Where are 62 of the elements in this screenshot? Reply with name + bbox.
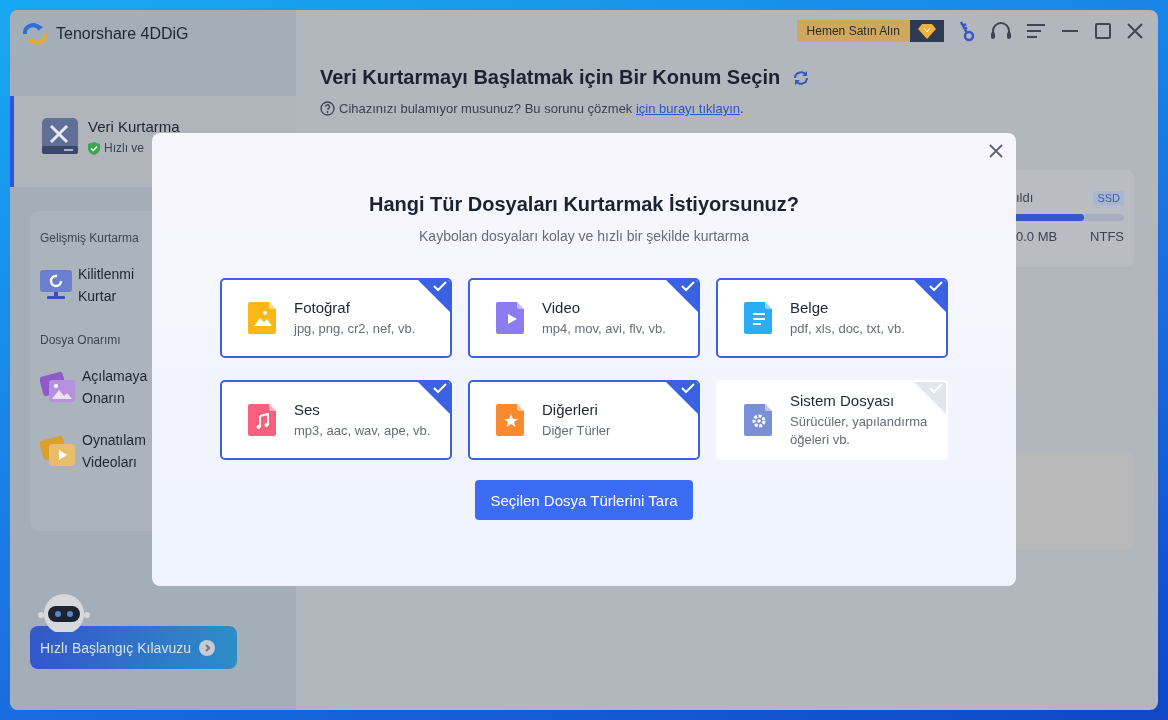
file-type-name: Fotoğraf bbox=[294, 298, 351, 316]
drive-label: ıldı bbox=[1016, 190, 1034, 205]
help-text: Cihazınızı bulamıyor musunuz? Bu sorunu çözmek için burayı tıklayın. bbox=[339, 101, 744, 116]
file-type-card[interactable]: Belge pdf, xls, doc, txt, vb. bbox=[716, 278, 948, 358]
drive-type-badge: SSD bbox=[1093, 190, 1124, 205]
page-title: Veri Kurtarmayı Başlatmak için Bir Konum Seçin bbox=[320, 66, 781, 89]
check-corner-icon bbox=[912, 280, 946, 314]
dialog-title: Hangi Tür Dosyaları Kurtarmak İstiyorsunuz? bbox=[368, 193, 800, 216]
help-icon bbox=[320, 101, 335, 116]
check-corner-icon bbox=[664, 382, 698, 416]
file-type-name: Ses bbox=[294, 400, 321, 418]
check-corner-icon bbox=[416, 280, 450, 314]
scan-button[interactable]: Seçilen Dosya Türlerini Tara bbox=[475, 480, 693, 520]
file-extensions: Diğer Türler bbox=[542, 421, 612, 440]
file-type-card[interactable]: Ses mp3, aac, wav, ape, vb. bbox=[220, 380, 452, 460]
maximize-icon[interactable] bbox=[1094, 22, 1112, 40]
photos-icon bbox=[40, 371, 76, 403]
section-heading: Dosya Onarımı bbox=[40, 333, 122, 347]
section-heading: Gelişmiş Kurtarma bbox=[40, 231, 140, 245]
file-extensions: jpg, png, cr2, nef, vb. bbox=[294, 319, 417, 338]
monitor-icon bbox=[40, 270, 72, 300]
image-file-icon bbox=[248, 302, 278, 334]
file-type-name: Diğerleri bbox=[542, 400, 599, 418]
close-icon bbox=[988, 143, 1004, 159]
close-icon[interactable] bbox=[1126, 22, 1144, 40]
play-file-icon bbox=[496, 302, 526, 334]
headset-icon[interactable] bbox=[990, 21, 1012, 41]
check-corner-icon bbox=[912, 382, 946, 416]
app-title: Tenorshare 4DDiG bbox=[56, 25, 189, 43]
logo-icon bbox=[22, 22, 48, 46]
key-icon[interactable] bbox=[958, 20, 976, 42]
file-extensions: mp3, aac, wav, ape, vb. bbox=[294, 421, 432, 440]
chevron-right-icon bbox=[198, 639, 215, 656]
refresh-icon[interactable] bbox=[792, 68, 811, 87]
item-title: Veri Kurtarma bbox=[88, 118, 180, 135]
shield-check-icon bbox=[88, 141, 100, 155]
file-type-card[interactable]: Diğerleri Diğer Türler bbox=[468, 380, 700, 460]
file-type-name: Sistem Dosyası bbox=[790, 391, 896, 409]
file-type-name: Belge bbox=[790, 298, 830, 316]
dialog-subtitle: Kaybolan dosyaları kolay ve hızlı bir şekilde kurtarma bbox=[419, 228, 749, 244]
video-frames-icon bbox=[40, 435, 76, 467]
file-type-name: Video bbox=[542, 298, 582, 316]
file-type-card[interactable]: Video mp4, mov, avi, flv, vb. bbox=[468, 278, 700, 358]
diamond-icon bbox=[918, 23, 936, 39]
item-subtitle: Hızlı ve bbox=[104, 141, 144, 155]
file-extensions: pdf, xls, doc, txt, vb. bbox=[790, 319, 906, 338]
file-extensions: Sürücüler, yapılandırma öğeleri vb. bbox=[790, 412, 929, 449]
quick-start-button[interactable]: Hızlı Başlangıç Kılavuzu bbox=[30, 626, 237, 669]
document-icon bbox=[744, 302, 774, 334]
check-corner-icon bbox=[416, 382, 450, 416]
file-type-card[interactable]: Sistem Dosyası Sürücüler, yapılandırma öğeleri vb. bbox=[716, 380, 948, 460]
star-file-icon bbox=[496, 404, 526, 436]
gear-file-icon bbox=[744, 404, 774, 436]
file-type-card[interactable]: Fotoğraf jpg, png, cr2, nef, vb. bbox=[220, 278, 452, 358]
check-corner-icon bbox=[664, 280, 698, 314]
file-extensions: mp4, mov, avi, flv, vb. bbox=[542, 319, 667, 338]
music-file-icon bbox=[248, 404, 278, 436]
drive-tools-icon bbox=[42, 118, 78, 154]
buy-button[interactable]: Hemen Satın Alın bbox=[796, 20, 944, 42]
drive-size: 0.0 MB bbox=[1016, 229, 1058, 244]
file-system: NTFS bbox=[1090, 229, 1124, 244]
menu-icon[interactable] bbox=[1026, 23, 1046, 39]
